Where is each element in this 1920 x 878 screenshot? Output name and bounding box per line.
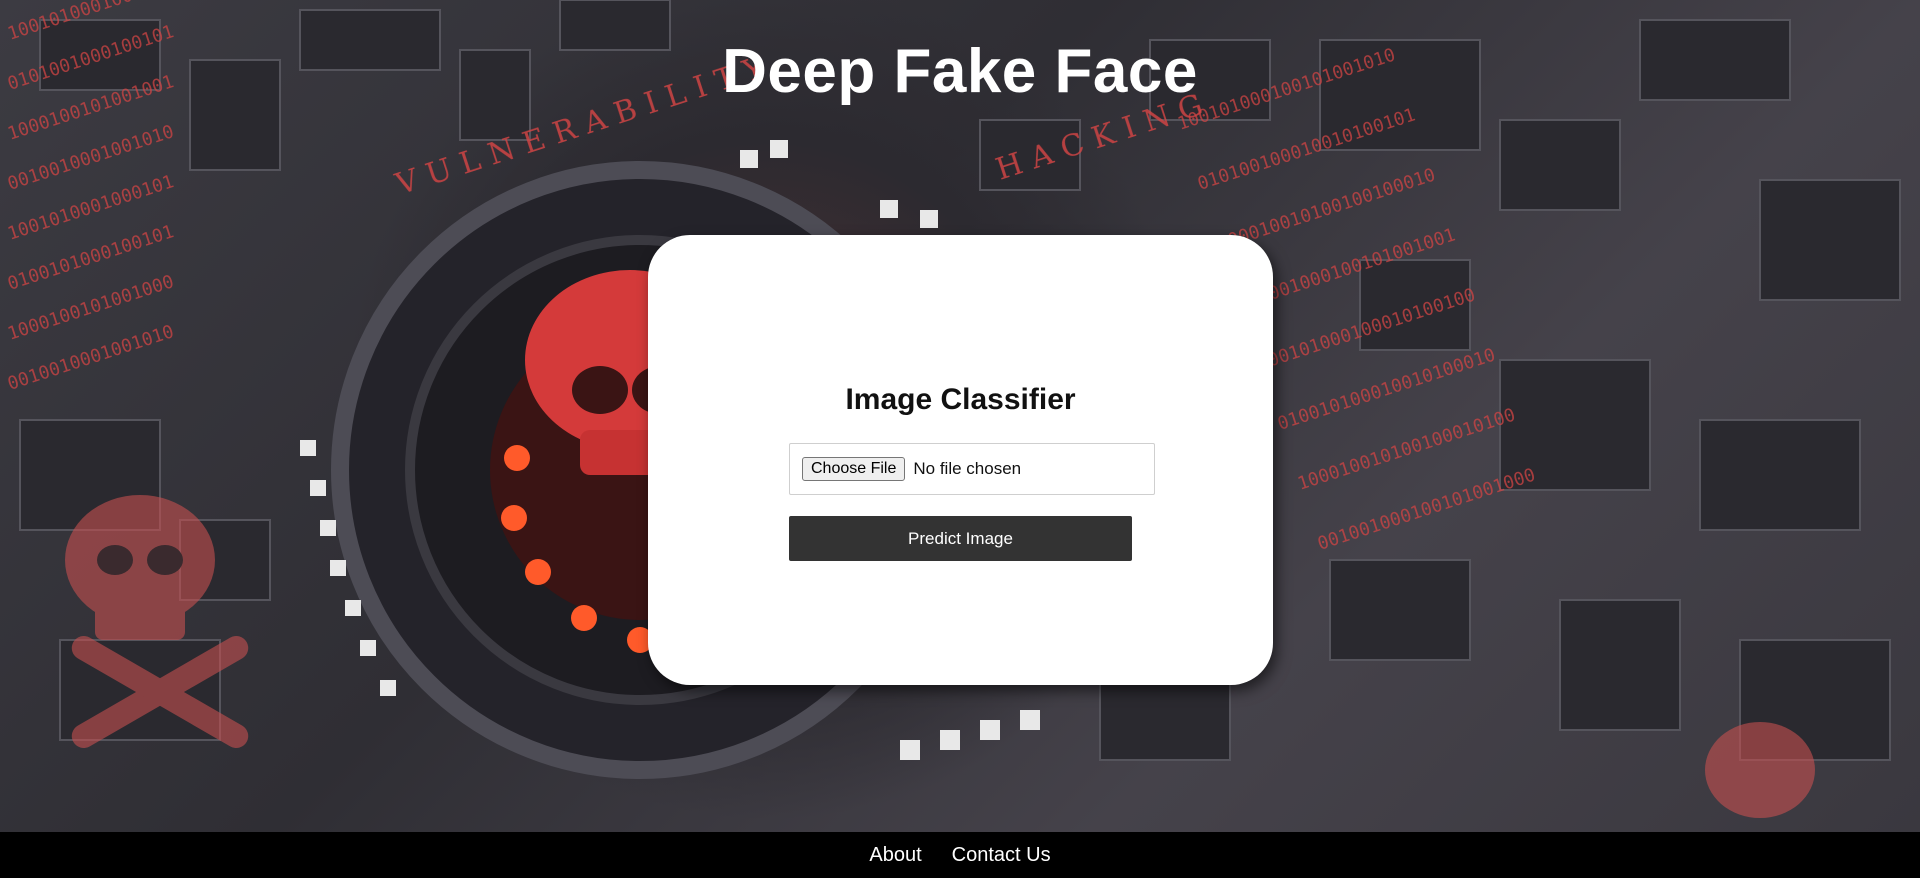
footer-link-contact[interactable]: Contact Us (952, 844, 1051, 867)
choose-file-button[interactable]: Choose File (802, 457, 906, 481)
page: 1001010001001010 0101001000100101 100010… (0, 0, 1920, 878)
footer: About Contact Us (0, 832, 1920, 878)
classifier-card: Image Classifier Choose File No file cho… (648, 235, 1273, 685)
footer-link-about[interactable]: About (869, 844, 921, 867)
file-input[interactable]: Choose File No file chosen (789, 443, 1155, 495)
card-title: Image Classifier (845, 383, 1076, 416)
file-status-text: No file chosen (913, 459, 1022, 478)
predict-image-button[interactable]: Predict Image (789, 516, 1132, 561)
page-title: Deep Fake Face (722, 37, 1198, 106)
